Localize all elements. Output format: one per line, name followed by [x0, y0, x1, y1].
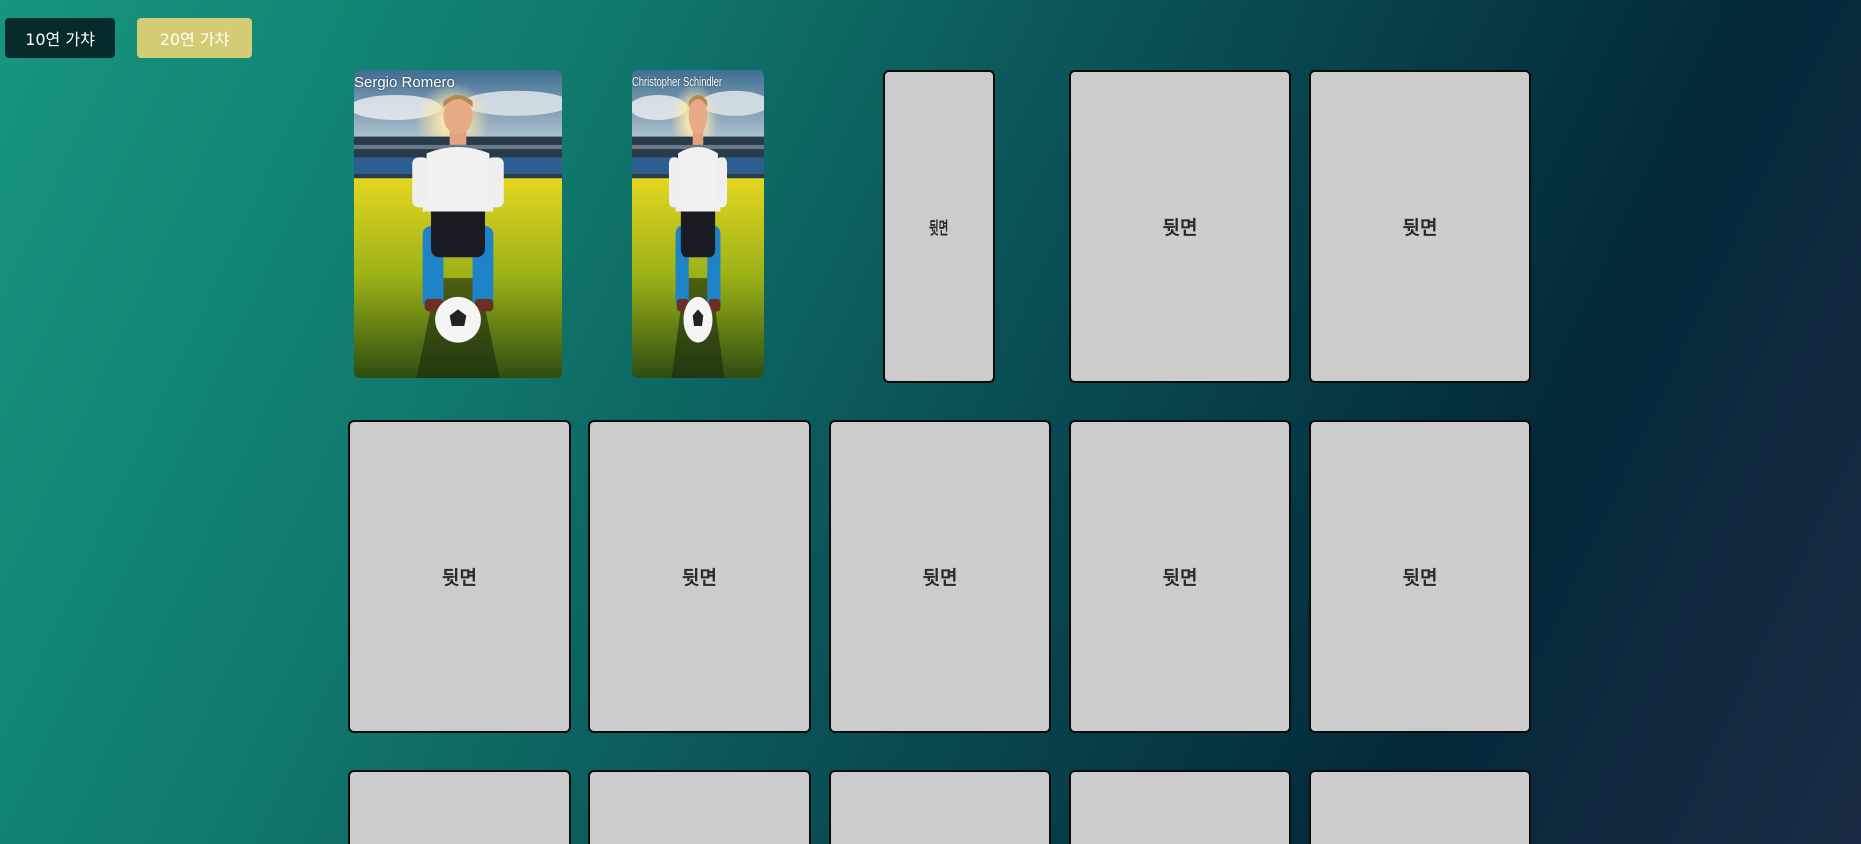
card-back[interactable]: 뒷면 — [348, 420, 571, 733]
card-back[interactable]: 뒷면 — [1069, 70, 1291, 383]
card-back-label: 뒷면 — [442, 567, 477, 589]
card-back[interactable]: 뒷면 — [588, 420, 811, 733]
card-back[interactable] — [1069, 770, 1291, 844]
card-back[interactable]: 뒷면 — [1069, 420, 1291, 733]
card-back[interactable]: 뒷면 — [1309, 70, 1531, 383]
card-back[interactable] — [588, 770, 811, 844]
card-back-label: 뒷면 — [1402, 567, 1438, 589]
card-back-label: 뒷면 — [1402, 217, 1438, 239]
card-back-label: 뒷면 — [1162, 567, 1198, 589]
card-back-label: 뒷면 — [1162, 217, 1198, 239]
card-back-label: 뒷면 — [929, 219, 949, 239]
card-back[interactable]: 뒷면 — [1309, 420, 1531, 733]
card-back[interactable]: 뒷면 — [883, 70, 995, 383]
player-photo — [632, 70, 764, 378]
gacha-20-button[interactable]: 20연 가챠 — [137, 18, 252, 58]
card-back[interactable] — [829, 770, 1051, 844]
player-photo — [354, 70, 562, 378]
card-back[interactable] — [1309, 770, 1531, 844]
player-card-christopher-schindler[interactable]: Christopher Schindler — [632, 70, 764, 378]
gacha-10-button[interactable]: 10연 가챠 — [5, 18, 115, 58]
card-back-label: 뒷면 — [682, 567, 717, 589]
player-card-sergio-romero[interactable]: Sergio Romero — [354, 70, 562, 378]
card-back[interactable]: 뒷면 — [829, 420, 1051, 733]
card-back[interactable] — [348, 770, 571, 844]
card-back-label: 뒷면 — [922, 567, 958, 589]
player-name: Christopher Schindler — [632, 74, 723, 89]
player-name: Sergio Romero — [354, 74, 455, 91]
